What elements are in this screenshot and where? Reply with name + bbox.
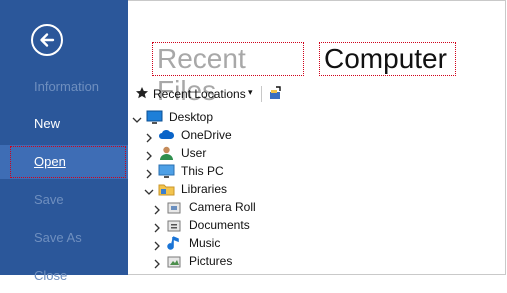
chevron-right-icon[interactable] [144,148,154,161]
back-button[interactable] [31,24,63,56]
tree-item-label: Pictures [189,254,233,268]
desktop-icon [146,109,163,125]
chevron-down-icon[interactable] [144,184,154,195]
tree-item-label: User [181,146,207,160]
arrow-left-icon [40,33,55,47]
tree-item-label: OneDrive [181,128,232,142]
nav-item-save[interactable]: Save [0,183,128,217]
music-icon [166,235,183,251]
dropdown-caret-icon[interactable]: ▾ [248,87,253,98]
nav-item-label: Information [34,79,100,94]
chevron-right-icon[interactable] [152,256,162,269]
chevron-down-icon[interactable] [132,112,142,123]
recent-locations-button[interactable]: Recent Locations [153,87,246,101]
tree-item-label: Libraries [181,182,228,196]
tree-item-label: Desktop [169,110,214,124]
tree-item-label: Music [189,236,221,250]
library-icon [166,253,183,269]
chevron-right-icon[interactable] [144,166,154,179]
library-icon [166,199,183,215]
chevron-right-icon[interactable] [144,130,154,143]
tab-label: Computer [324,43,447,74]
chevron-right-icon[interactable] [152,220,162,233]
chevron-right-icon[interactable] [152,202,162,215]
user-icon [158,145,175,161]
pin-folder-icon[interactable] [268,86,282,103]
nav-item-label: Close [34,268,68,283]
tree-item-label: This PC [181,164,224,178]
selection-annotation [10,146,126,178]
nav-item-information[interactable]: Information [0,70,128,104]
tree-item-label: Documents [189,218,250,232]
nav-item-save-as[interactable]: Save As [0,221,128,255]
star-icon [135,86,149,103]
cloud-icon [158,127,175,143]
nav-item-label: New [34,116,61,131]
tab-recent-files[interactable]: Recent Files [152,42,304,106]
chevron-right-icon[interactable] [152,238,162,251]
monitor-icon [158,163,175,179]
nav-item-new[interactable]: New [0,107,128,141]
tab-computer[interactable]: Computer [319,42,456,76]
backstage-sidebar: Information New Open Save Save As Close [0,0,128,283]
library-icon [166,217,183,233]
toolbar-separator [261,86,262,102]
tree-item-label: Camera Roll [189,200,256,214]
nav-item-close[interactable]: Close [0,259,128,293]
nav-item-label: Save [34,192,64,207]
folder-icon [158,181,175,197]
nav-item-label: Save As [34,230,82,245]
